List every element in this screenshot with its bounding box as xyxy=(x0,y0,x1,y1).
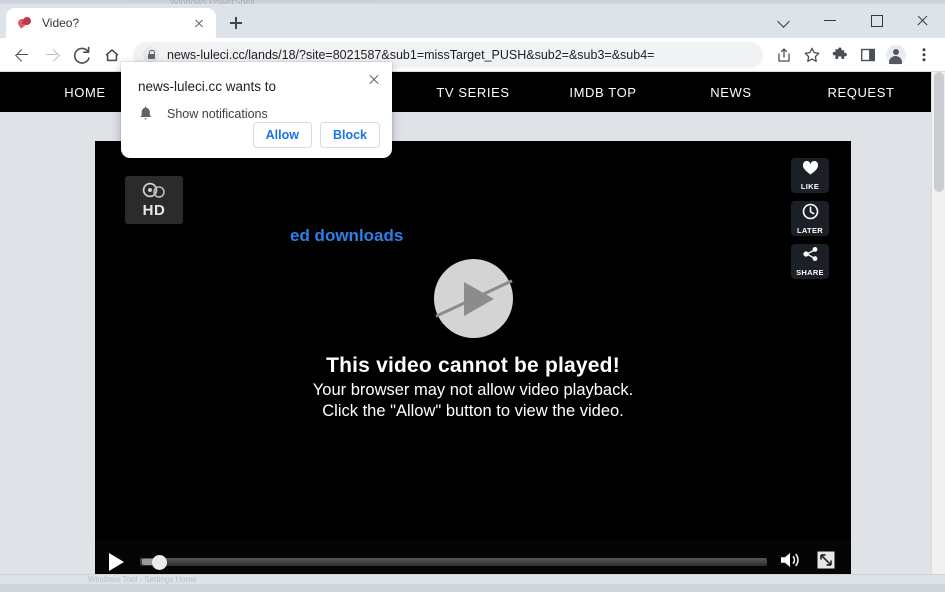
tab-favicon xyxy=(18,16,33,31)
block-button[interactable]: Block xyxy=(319,122,380,148)
background-window-bottom-edge: Windows Tool - Settings Home xyxy=(0,574,945,584)
hd-badge-label: HD xyxy=(142,202,166,219)
url-text: news-luleci.cc/lands/18/?site=8021587&su… xyxy=(167,47,655,62)
dialog-option-row: Show notifications xyxy=(138,106,268,122)
bell-icon xyxy=(138,106,153,122)
close-tab-icon[interactable] xyxy=(190,14,208,32)
tab-search-chevron-down-icon[interactable] xyxy=(761,4,807,36)
extensions-puzzle-icon[interactable] xyxy=(826,41,853,68)
toolbar-icon-group xyxy=(770,41,937,68)
seek-slider[interactable] xyxy=(140,555,767,570)
clock-icon xyxy=(802,203,819,225)
new-tab-button[interactable] xyxy=(222,9,250,37)
film-reel-icon xyxy=(141,182,167,202)
side-panel-icon[interactable] xyxy=(854,41,881,68)
error-line-1: Your browser may not allow video playbac… xyxy=(312,381,634,399)
minimize-icon[interactable] xyxy=(807,4,853,36)
later-button[interactable]: LATER xyxy=(791,201,829,236)
dialog-close-icon[interactable] xyxy=(364,69,384,89)
heart-icon xyxy=(802,160,819,181)
later-label: LATER xyxy=(797,225,823,235)
video-player[interactable]: ed downloads HD LIKE LATER SHARE This vi… xyxy=(95,141,851,584)
window-controls xyxy=(761,4,945,36)
like-button[interactable]: LIKE xyxy=(791,158,829,193)
seek-handle[interactable] xyxy=(152,555,167,570)
play-button[interactable] xyxy=(109,553,124,571)
dialog-buttons: Allow Block xyxy=(252,122,380,148)
like-label: LIKE xyxy=(800,181,820,191)
dialog-option-label: Show notifications xyxy=(167,107,268,121)
bookmark-star-icon[interactable] xyxy=(798,41,825,68)
chrome-menu-icon[interactable] xyxy=(910,41,937,68)
back-arrow-icon[interactable] xyxy=(8,41,36,69)
reload-icon[interactable] xyxy=(68,41,96,69)
tab-strip: Video? xyxy=(0,4,945,38)
error-title: This video cannot be played! xyxy=(326,354,620,377)
hd-quality-badge: HD xyxy=(125,176,183,224)
nav-item-request[interactable]: REQUEST xyxy=(776,85,945,100)
tab-title: Video? xyxy=(42,16,80,30)
forward-arrow-icon[interactable] xyxy=(38,41,66,69)
share-icon[interactable] xyxy=(770,41,797,68)
volume-button[interactable] xyxy=(779,550,803,575)
scrollbar-thumb[interactable] xyxy=(934,72,944,192)
page-scrollbar[interactable] xyxy=(931,72,945,584)
notification-permission-dialog: news-luleci.cc wants to Show notificatio… xyxy=(121,62,392,158)
maximize-icon[interactable] xyxy=(853,4,899,36)
error-line-2: Click the "Allow" button to view the vid… xyxy=(322,402,624,421)
disabled-play-icon xyxy=(433,259,513,338)
lock-icon xyxy=(143,46,159,63)
video-error-message: This video cannot be played! Your browse… xyxy=(95,259,851,423)
browser-tab[interactable]: Video? xyxy=(6,8,216,38)
promo-downloads-link[interactable]: ed downloads xyxy=(290,226,403,246)
allow-button[interactable]: Allow xyxy=(252,122,312,148)
fullscreen-button[interactable] xyxy=(815,549,837,576)
close-window-icon[interactable] xyxy=(899,4,945,36)
dialog-title: news-luleci.cc wants to xyxy=(138,79,277,94)
background-window-bottom-text: Windows Tool - Settings Home xyxy=(88,575,197,584)
profile-avatar-icon[interactable] xyxy=(882,41,909,68)
